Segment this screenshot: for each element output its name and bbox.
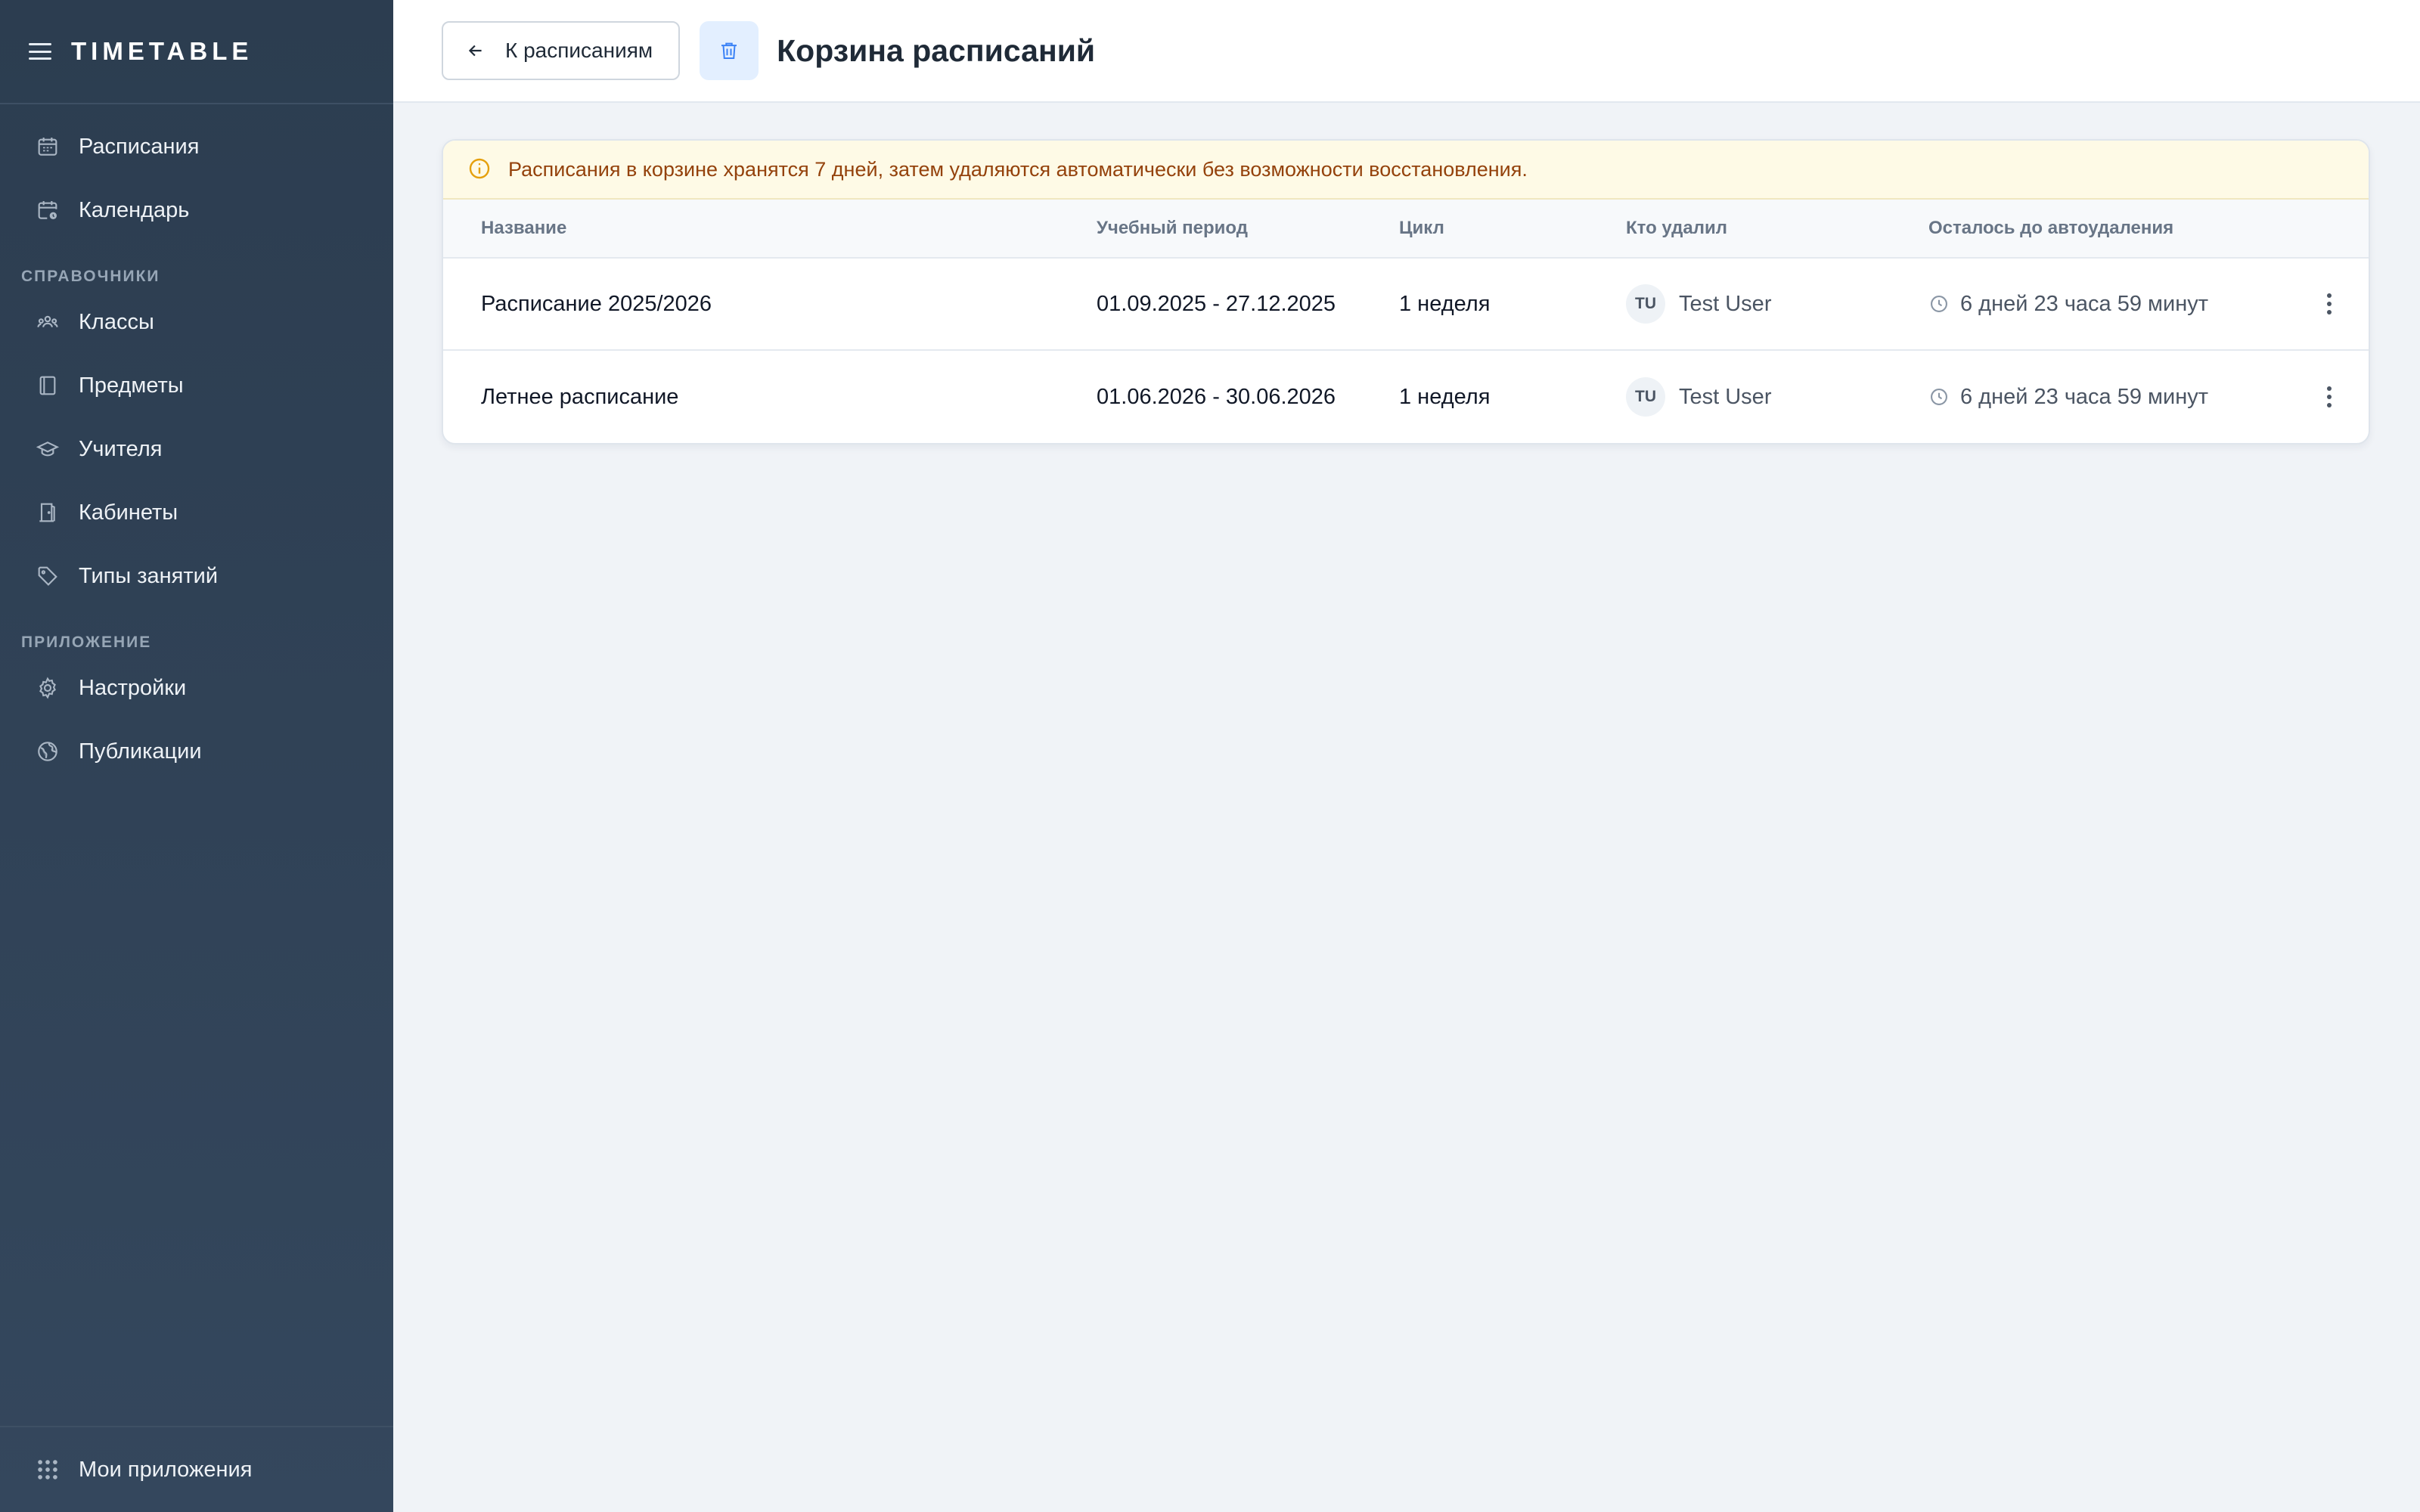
column-header-time-left[interactable]: Осталось до автоудаления <box>1928 218 2291 239</box>
sidebar-nav: Расписания Календарь СПРАВОЧНИКИ Классы <box>0 104 393 783</box>
cell-cycle: 1 неделя <box>1399 384 1491 409</box>
cell-actions <box>2291 289 2367 319</box>
sidebar-item-label: Типы занятий <box>79 563 219 588</box>
table-row[interactable]: Летнее расписание 01.06.2026 - 30.06.202… <box>443 351 2369 443</box>
user-name: Test User <box>1679 291 1772 316</box>
cell-period: 01.09.2025 - 27.12.2025 <box>1097 291 1336 316</box>
my-apps-label: Мои приложения <box>79 1457 253 1482</box>
sidebar-item-label: Учителя <box>79 436 163 461</box>
sidebar-item-teachers[interactable]: Учителя <box>0 417 393 481</box>
retention-notice-text: Расписания в корзине хранятся 7 дней, за… <box>508 157 1528 181</box>
main-area: К расписаниям Корзина расписаний Расписа… <box>393 0 2420 1512</box>
cell-cycle: 1 неделя <box>1399 291 1491 316</box>
gear-icon <box>35 675 60 701</box>
column-header-period[interactable]: Учебный период <box>1097 218 1399 239</box>
book-icon <box>35 373 60 398</box>
cell-time-left: 6 дней 23 часа 59 минут <box>1928 292 2291 317</box>
sidebar: TIMETABLE Расписания Календарь СПРАВОЧНИ… <box>0 0 393 1512</box>
sidebar-item-label: Предметы <box>79 373 184 398</box>
trash-table-card: Расписания в корзине хранятся 7 дней, за… <box>442 139 2370 445</box>
sidebar-item-label: Расписания <box>79 134 200 159</box>
avatar: TU <box>1626 377 1665 417</box>
cell-deleted-by: TU Test User <box>1626 284 1928 324</box>
back-button-label: К расписаниям <box>505 39 653 62</box>
section-label-references: СПРАВОЧНИКИ <box>21 268 160 285</box>
cell-deleted-by: TU Test User <box>1626 377 1928 417</box>
graduation-cap-icon <box>35 436 60 462</box>
column-header-cycle[interactable]: Цикл <box>1399 218 1626 239</box>
sidebar-item-calendar[interactable]: Календарь <box>0 178 393 242</box>
arrow-left-icon <box>466 41 486 60</box>
sidebar-item-schedules[interactable]: Расписания <box>0 115 393 178</box>
brand-logo: TIMETABLE <box>71 37 253 65</box>
retention-notice: Расписания в корзине хранятся 7 дней, за… <box>443 141 2369 200</box>
calendar-clock-icon <box>35 197 60 223</box>
sidebar-item-classes[interactable]: Классы <box>0 290 393 354</box>
app-root: TIMETABLE Расписания Календарь СПРАВОЧНИ… <box>0 0 2420 1512</box>
sidebar-item-lesson-types[interactable]: Типы занятий <box>0 544 393 608</box>
sidebar-item-publications[interactable]: Публикации <box>0 720 393 783</box>
time-left-text: 6 дней 23 часа 59 минут <box>1960 384 2208 409</box>
sidebar-item-label: Календарь <box>79 197 190 222</box>
sidebar-item-rooms[interactable]: Кабинеты <box>0 481 393 544</box>
column-header-name[interactable]: Название <box>443 218 1097 239</box>
page-title: Корзина расписаний <box>777 33 1096 68</box>
door-icon <box>35 500 60 525</box>
cell-actions <box>2291 382 2367 412</box>
clock-icon <box>1928 293 1950 314</box>
tag-icon <box>35 563 60 589</box>
my-apps-button[interactable]: Мои приложения <box>0 1426 393 1512</box>
cell-time-left: 6 дней 23 часа 59 минут <box>1928 385 2291 410</box>
cell-name: Летнее расписание <box>481 384 679 409</box>
sidebar-header: TIMETABLE <box>0 0 393 104</box>
menu-icon[interactable] <box>29 43 51 60</box>
sidebar-item-label: Публикации <box>79 739 202 764</box>
sidebar-item-label: Настройки <box>79 675 187 700</box>
trash-icon <box>700 21 759 80</box>
calendar-icon <box>35 134 60 160</box>
sidebar-item-subjects[interactable]: Предметы <box>0 354 393 417</box>
group-icon <box>35 309 60 335</box>
cell-name: Расписание 2025/2026 <box>481 291 712 316</box>
globe-icon <box>35 739 60 764</box>
time-left-text: 6 дней 23 часа 59 минут <box>1960 291 2208 316</box>
clock-icon <box>1928 386 1950 407</box>
avatar: TU <box>1626 284 1665 324</box>
more-actions-icon[interactable] <box>2318 289 2341 319</box>
section-label-application: ПРИЛОЖЕНИЕ <box>21 634 152 651</box>
user-name: Test User <box>1679 384 1772 409</box>
cell-period: 01.06.2026 - 30.06.2026 <box>1097 384 1336 409</box>
apps-grid-icon <box>35 1457 60 1483</box>
sidebar-item-label: Кабинеты <box>79 500 178 525</box>
info-warning-icon <box>467 156 493 182</box>
sidebar-item-label: Классы <box>79 309 154 334</box>
content: Расписания в корзине хранятся 7 дней, за… <box>393 103 2420 445</box>
topbar: К расписаниям Корзина расписаний <box>393 0 2420 103</box>
sidebar-item-settings[interactable]: Настройки <box>0 656 393 720</box>
more-actions-icon[interactable] <box>2318 382 2341 412</box>
table-row[interactable]: Расписание 2025/2026 01.09.2025 - 27.12.… <box>443 259 2369 351</box>
table-header: Название Учебный период Цикл Кто удалил … <box>443 200 2369 259</box>
back-to-schedules-button[interactable]: К расписаниям <box>442 21 681 80</box>
column-header-deleted-by[interactable]: Кто удалил <box>1626 218 1928 239</box>
